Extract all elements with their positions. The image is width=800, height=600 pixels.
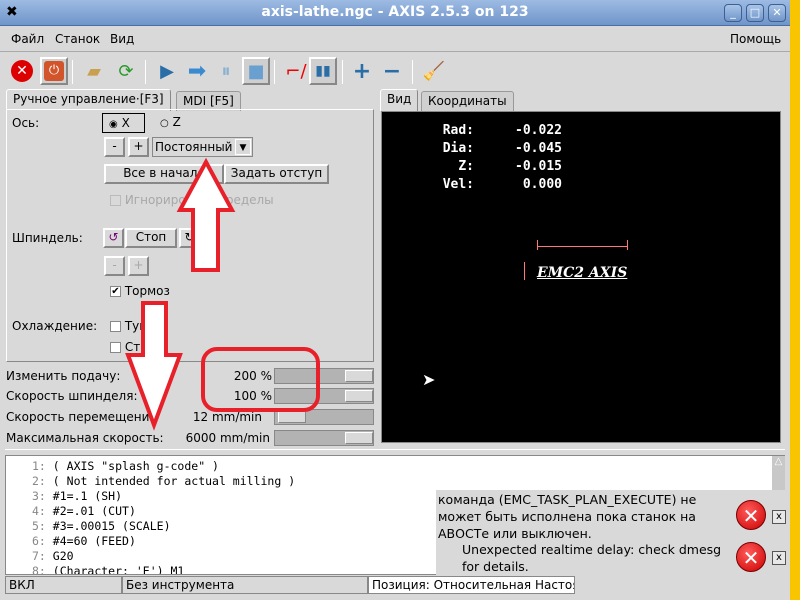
annotation-highlight-box bbox=[201, 347, 320, 412]
annotation-overlay bbox=[125, 157, 320, 431]
annotation-arrow-up bbox=[176, 157, 236, 272]
annotation-arrow-down bbox=[125, 301, 183, 431]
